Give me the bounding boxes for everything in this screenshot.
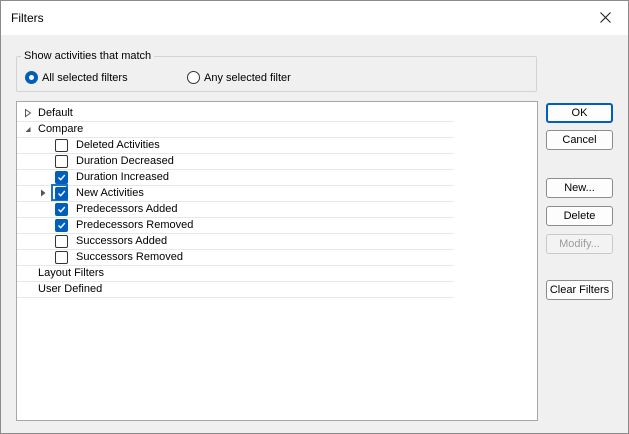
checkbox[interactable] [55, 155, 68, 168]
tree-item-label: New Activities [76, 187, 144, 199]
tree-node-user-defined[interactable]: User Defined [17, 281, 454, 298]
tree-node-label: Default [38, 107, 73, 119]
close-icon [599, 11, 611, 23]
radio-button[interactable] [187, 71, 200, 84]
checkmark-icon [58, 190, 66, 197]
tree-node-compare[interactable]: Compare [17, 121, 454, 138]
tree-node-default[interactable]: Default [17, 105, 454, 122]
checkbox-checked[interactable] [55, 203, 68, 216]
triangle-right-icon[interactable] [23, 108, 33, 118]
tree-node-layout-filters[interactable]: Layout Filters [17, 265, 454, 282]
tree-item-duration-increased[interactable]: Duration Increased [17, 169, 454, 186]
radio-label: All selected filters [42, 71, 128, 84]
radio-label: Any selected filter [204, 71, 291, 84]
tree-item-label: Predecessors Removed [76, 219, 194, 231]
new-filter-button[interactable]: New... [546, 178, 613, 198]
checkbox[interactable] [55, 139, 68, 152]
triangle-right-icon[interactable] [38, 188, 48, 198]
filters-dialog: Filters Show activities that match All s… [0, 0, 629, 434]
tree-item-label: Deleted Activities [76, 139, 160, 151]
checkmark-icon [58, 174, 66, 181]
radio-all-selected-filters[interactable]: All selected filters [25, 71, 128, 84]
tree-item-duration-decreased[interactable]: Duration Decreased [17, 153, 454, 170]
tree-item-new-activities[interactable]: New Activities [17, 184, 454, 202]
tree-item-successors-removed[interactable]: Successors Removed [17, 249, 454, 266]
modify-filter-button[interactable]: Modify... [546, 234, 613, 254]
checkmark-icon [58, 222, 66, 229]
title-bar: Filters [1, 1, 628, 35]
match-options-legend: Show activities that match [21, 50, 155, 62]
checkbox-checked[interactable] [55, 171, 68, 184]
triangle-down-icon[interactable] [23, 124, 33, 134]
checkbox[interactable] [55, 251, 68, 264]
tree-item-predecessors-added[interactable]: Predecessors Added [17, 201, 454, 218]
tree-item-label: Successors Added [76, 235, 168, 247]
checkmark-icon [58, 206, 66, 213]
checkbox-checked[interactable] [55, 187, 68, 200]
delete-filter-button[interactable]: Delete [546, 206, 613, 226]
tree-item-label: Predecessors Added [76, 203, 178, 215]
checkbox-checked[interactable] [55, 219, 68, 232]
tree-node-label: Compare [38, 123, 84, 135]
tree-item-predecessors-removed[interactable]: Predecessors Removed [17, 217, 454, 234]
radio-any-selected-filter[interactable]: Any selected filter [187, 71, 291, 84]
tree-item-successors-added[interactable]: Successors Added [17, 233, 454, 250]
tree-item-label: Successors Removed [76, 251, 183, 263]
tree-node-label: User Defined [38, 283, 103, 295]
filters-tree[interactable]: Default Compare Deleted Activities Durat… [16, 101, 538, 421]
match-options-group: Show activities that match All selected … [16, 50, 537, 92]
tree-item-label: Duration Increased [76, 171, 169, 183]
tree-item-label: Duration Decreased [76, 155, 174, 167]
dialog-title: Filters [11, 11, 44, 25]
cancel-button[interactable]: Cancel [546, 130, 613, 150]
clear-filters-button[interactable]: Clear Filters [546, 280, 613, 300]
checkbox[interactable] [55, 235, 68, 248]
close-button[interactable] [582, 1, 628, 33]
tree-node-label: Layout Filters [38, 267, 105, 279]
ok-button[interactable]: OK [546, 103, 613, 123]
radio-button-selected[interactable] [25, 71, 38, 84]
tree-item-deleted-activities[interactable]: Deleted Activities [17, 137, 454, 154]
